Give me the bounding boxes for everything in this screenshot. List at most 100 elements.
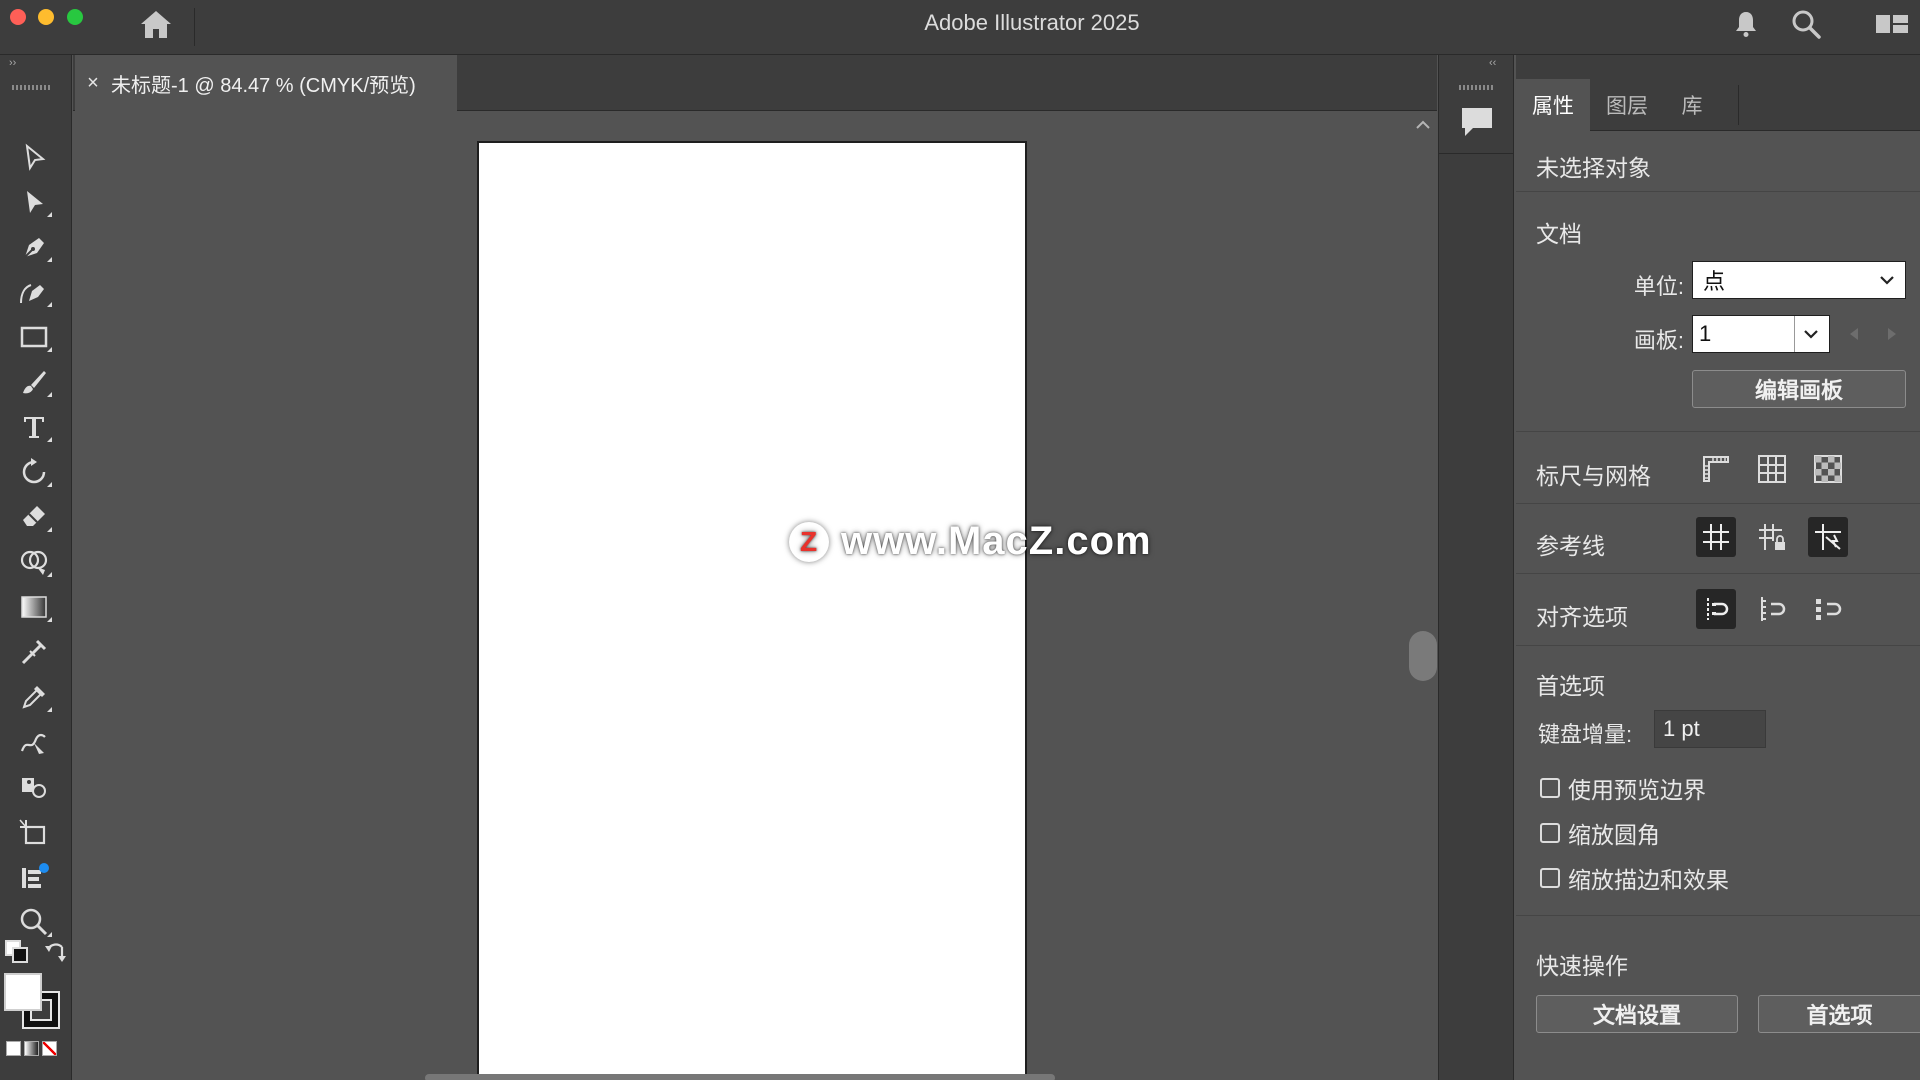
toolbar-grip[interactable]	[12, 85, 50, 90]
document-section-title: 文档	[1536, 221, 1582, 247]
color-mode-button[interactable]	[6, 1041, 21, 1056]
snap-options-title: 对齐选项	[1536, 604, 1628, 630]
gradient-tool[interactable]	[10, 587, 58, 627]
artboard-dropdown[interactable]: 1	[1692, 315, 1830, 353]
search-icon	[1792, 10, 1821, 39]
expand-toolbar-icon[interactable]: ››	[9, 57, 16, 69]
selection-tool[interactable]	[10, 137, 58, 177]
use-preview-bounds-label: 使用预览边界	[1568, 777, 1706, 803]
title-bar: Adobe Illustrator 2025	[0, 0, 1920, 55]
tab-libraries[interactable]: 库	[1664, 79, 1720, 131]
snap-glyph-icon	[1816, 599, 1842, 620]
pen-tool[interactable]	[10, 227, 58, 267]
document-tab-title: 未标题-1 @ 84.47 % (CMYK/预览)	[111, 74, 416, 97]
horizontal-scrollbar-thumb[interactable]	[425, 1074, 1055, 1080]
toggle-rulers-button[interactable]	[1696, 449, 1736, 489]
scroll-up-chevron-icon[interactable]	[1415, 117, 1431, 135]
snap-to-point-button[interactable]	[1696, 589, 1736, 629]
tab-properties[interactable]: 属性	[1516, 79, 1590, 131]
dock-grip[interactable]	[1459, 85, 1495, 90]
transparency-grid-icon	[1814, 455, 1842, 483]
smart-guides-button[interactable]	[1808, 517, 1848, 557]
previous-artboard-button[interactable]	[1844, 319, 1864, 349]
mesh-icon	[21, 639, 47, 665]
artboard-tool[interactable]	[10, 812, 58, 852]
lock-guides-button[interactable]	[1752, 517, 1792, 557]
toggle-transparency-grid-button[interactable]	[1808, 449, 1848, 489]
edit-toolbar-button[interactable]	[10, 857, 58, 897]
close-tab-icon[interactable]: ×	[75, 72, 111, 95]
rotate-tool[interactable]	[10, 452, 58, 492]
units-value: 点	[1703, 269, 1726, 294]
canvas-area[interactable]: Z www.MacZ.com	[73, 111, 1437, 1080]
triangle-left-icon	[1850, 328, 1858, 340]
fill-stroke-swatch[interactable]	[4, 973, 60, 1029]
workspace-layout-icon	[1876, 15, 1908, 33]
close-window-button[interactable]	[10, 9, 26, 25]
keyboard-increment-field[interactable]: 1 pt	[1654, 710, 1766, 748]
toggle-grid-button[interactable]	[1752, 449, 1792, 489]
search-button[interactable]	[1786, 6, 1826, 42]
scale-strokes-effects-checkbox[interactable]: 缩放描边和效果	[1540, 861, 1729, 895]
swap-arrow-icon	[45, 943, 66, 962]
swap-fill-stroke-button[interactable]	[42, 939, 68, 965]
workspace-switcher-button[interactable]	[1872, 6, 1912, 42]
paintbrush-icon	[23, 371, 46, 394]
symbol-sprayer-tool[interactable]	[10, 767, 58, 807]
zoom-magnifier-icon	[20, 908, 48, 936]
artboard-label: 画板:	[1633, 328, 1684, 353]
vertical-scrollbar-thumb[interactable]	[1409, 631, 1437, 681]
edit-artboard-button[interactable]: 编辑画板	[1692, 370, 1906, 408]
watermark-logo: Z	[789, 521, 829, 562]
curvature-tool[interactable]	[10, 272, 58, 312]
artboard[interactable]	[477, 141, 1027, 1080]
checkbox-box[interactable]	[1540, 868, 1560, 888]
notifications-button[interactable]	[1728, 6, 1764, 42]
tab-layers[interactable]: 图层	[1590, 79, 1664, 131]
mesh-tool[interactable]	[10, 632, 58, 672]
watermark-text: www.MacZ.com	[841, 519, 1152, 563]
paintbrush-tool[interactable]	[10, 362, 58, 402]
document-tab[interactable]: × 未标题-1 @ 84.47 % (CMYK/预览)	[75, 55, 457, 111]
snap-point-icon	[1707, 598, 1729, 620]
eyedropper-icon	[22, 686, 45, 709]
panel-dock: ‹‹	[1438, 55, 1514, 1080]
none-mode-button[interactable]	[42, 1041, 57, 1056]
direct-selection-tool[interactable]	[10, 182, 58, 222]
fill-swatch[interactable]	[4, 973, 42, 1011]
next-artboard-button[interactable]	[1882, 319, 1902, 349]
checkbox-box[interactable]	[1540, 823, 1560, 843]
snap-pixel-icon	[1761, 597, 1786, 621]
blend-tool[interactable]	[10, 722, 58, 762]
zoom-tool[interactable]	[10, 902, 58, 942]
checkbox-box[interactable]	[1540, 778, 1560, 798]
type-tool[interactable]	[10, 407, 58, 447]
snap-to-pixel-button[interactable]	[1752, 589, 1792, 629]
eraser-icon	[23, 506, 45, 526]
home-button[interactable]	[136, 6, 176, 42]
preferences-title: 首选项	[1536, 673, 1605, 699]
rectangle-tool[interactable]	[10, 317, 58, 357]
document-setup-button[interactable]: 文档设置	[1536, 995, 1738, 1033]
minimize-window-button[interactable]	[38, 9, 54, 25]
shape-builder-icon	[20, 550, 48, 575]
use-preview-bounds-checkbox[interactable]: 使用预览边界	[1540, 771, 1706, 805]
tools-panel: ››	[0, 55, 72, 1080]
zoom-window-button[interactable]	[67, 9, 83, 25]
chevron-down-icon	[1880, 276, 1894, 285]
eraser-tool[interactable]	[10, 497, 58, 537]
preferences-button[interactable]: 首选项	[1758, 995, 1920, 1033]
scale-corners-checkbox[interactable]: 缩放圆角	[1540, 816, 1660, 850]
snap-to-glyph-button[interactable]	[1808, 589, 1848, 629]
comments-button[interactable]	[1457, 102, 1497, 142]
gradient-mode-button[interactable]	[24, 1041, 39, 1056]
chevron-down-icon	[1804, 330, 1818, 339]
eyedropper-tool[interactable]	[10, 677, 58, 717]
selection-arrow-icon	[25, 143, 46, 171]
toggle-guides-button[interactable]	[1696, 517, 1736, 557]
collapse-dock-icon[interactable]: ‹‹	[1489, 57, 1496, 69]
guides-title: 参考线	[1536, 533, 1605, 559]
shape-builder-tool[interactable]	[10, 542, 58, 582]
units-dropdown[interactable]: 点	[1692, 261, 1906, 299]
default-fill-stroke-button[interactable]	[4, 939, 30, 965]
